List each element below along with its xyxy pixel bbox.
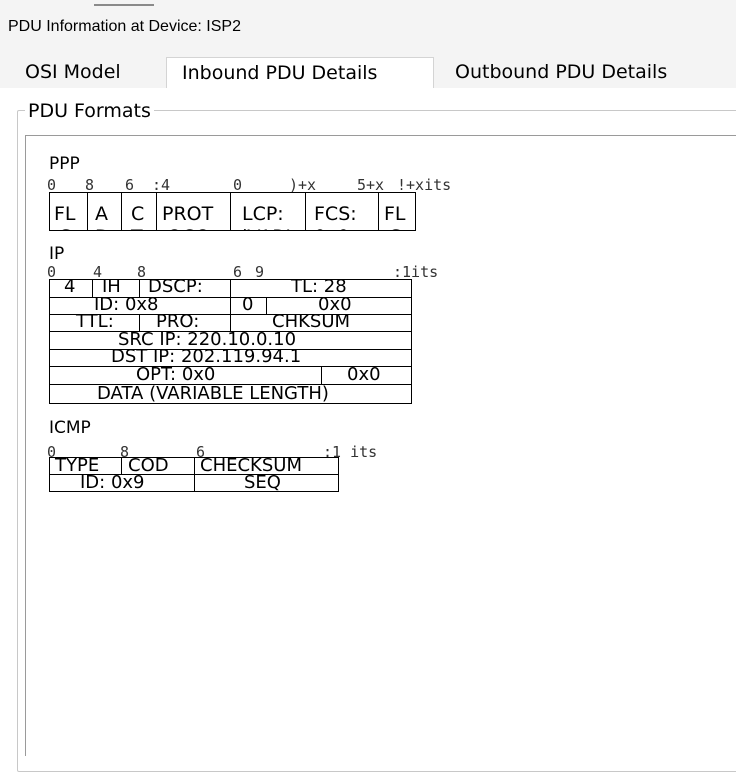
icmp-field-label: SEQ: [244, 472, 281, 493]
ppp-field-labels: FL A C PROT LCP: FCS: FL: [54, 203, 406, 225]
ip-ruler-label: 4: [93, 263, 102, 281]
icmp-field-label: ID: 0x9: [80, 472, 145, 493]
ppp-bit-ruler: 0 8 6 :4 0 )+x 5+x !+xits: [47, 176, 451, 194]
ip-ruler-label: 6: [233, 263, 242, 281]
ppp-ruler-label: 0: [233, 176, 242, 194]
ppp-field-label: FL: [384, 203, 406, 225]
ip-ruler-label: 0: [47, 263, 56, 281]
ppp-field-label: A: [95, 203, 108, 225]
pdu-diagram: PPP 0 8 6 :4 0 )+x 5+x !+xits FL A C PRO…: [47, 154, 451, 493]
ip-field-label: DATA (VARIABLE LENGTH): [97, 383, 329, 404]
tab-osi-model[interactable]: OSI Model: [10, 57, 158, 89]
tab-bar: OSI Model Inbound PDU Details Outbound P…: [0, 54, 736, 89]
pdu-formats-legend: PDU Formats: [25, 100, 154, 122]
ip-field-label: 0: [242, 294, 253, 315]
ppp-ruler-label: :4: [152, 176, 170, 194]
ppp-field-label-clipped: G: [388, 226, 403, 248]
ppp-title: PPP: [49, 154, 80, 174]
ppp-field-label: LCP:: [242, 203, 284, 225]
ip-title: IP: [49, 244, 64, 264]
ip-field-label: 4: [64, 276, 75, 297]
ip-ruler-label: :1its: [393, 263, 438, 281]
titlebar-remnant: [94, 0, 154, 6]
window-title: PDU Information at Device: ISP2: [8, 18, 241, 35]
ppp-ruler-label: !+xits: [397, 176, 451, 194]
ppp-field-label: C: [131, 203, 144, 225]
icmp-ruler-label: :1 its: [323, 443, 377, 461]
tab-outbound-pdu-details[interactable]: Outbound PDU Details: [440, 57, 736, 89]
ip-field-label: OPT: 0x0: [136, 364, 215, 385]
ppp-field-label-clipped: 0x0: [314, 226, 349, 248]
ppp-ruler-label: 8: [85, 176, 94, 194]
icmp-title: ICMP: [49, 418, 91, 438]
ppp-field-label-clipped: D: [95, 226, 110, 248]
ppp-field-label: PROT: [162, 203, 214, 225]
ppp-field-label: FCS:: [314, 203, 357, 225]
ip-ruler-label: 9: [255, 263, 264, 281]
pdu-formats-canvas[interactable]: PPP 0 8 6 :4 0 )+x 5+x !+xits FL A C PRO…: [25, 135, 736, 756]
ppp-ruler-label: 5+x: [357, 176, 384, 194]
ip-field-label: 0x0: [347, 364, 381, 385]
window-titlebar: PDU Information at Device: ISP2: [0, 0, 736, 56]
ppp-field-label-clipped: OCO: [167, 226, 210, 248]
ppp-ruler-label: 6: [125, 176, 134, 194]
ppp-field-label-clipped: (VARI: [240, 226, 291, 248]
ip-ruler-label: 8: [137, 263, 146, 281]
ppp-field-label-clipped: T: [130, 226, 143, 248]
ip-field-label: TTL:: [75, 311, 114, 332]
tab-inbound-pdu-details[interactable]: Inbound PDU Details: [166, 57, 434, 89]
ppp-field-label: FL: [54, 203, 76, 225]
ppp-ruler-label: 0: [47, 176, 56, 194]
ppp-ruler-label: )+x: [289, 176, 316, 194]
